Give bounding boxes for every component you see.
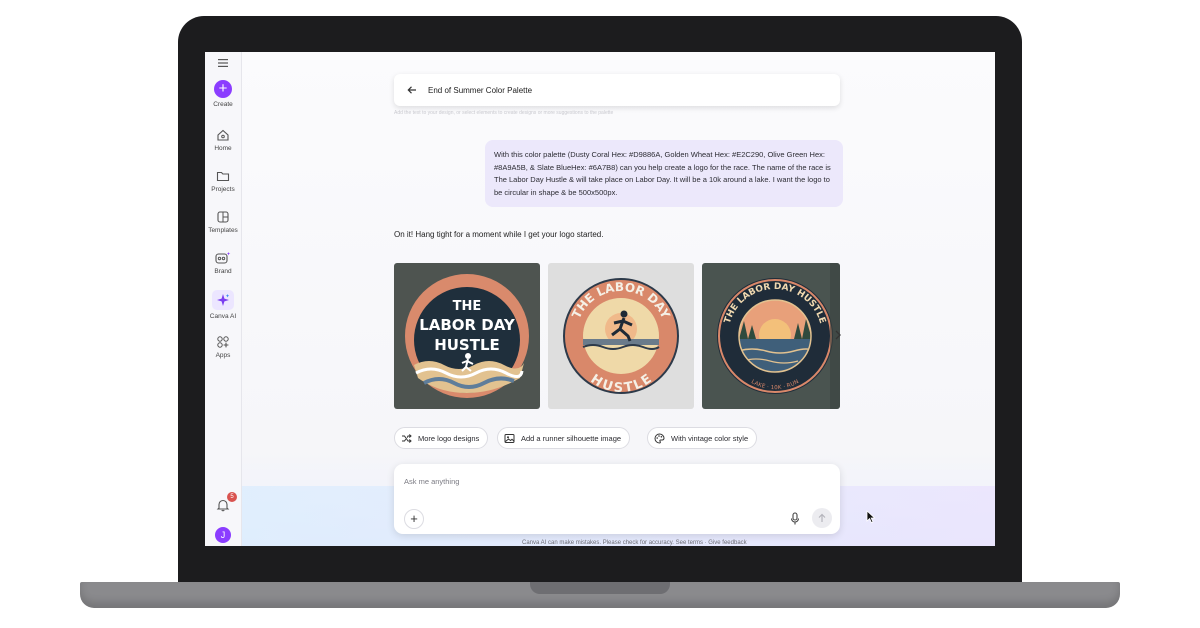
home-icon xyxy=(217,129,229,141)
sidebar-item-label: Projects xyxy=(211,186,235,193)
sidebar-item-brand[interactable]: Brand xyxy=(205,251,241,275)
chat-panel: End of Summer Color Palette Add the text… xyxy=(242,52,995,546)
laptop-base xyxy=(80,582,1120,608)
logo-1-line-2: LABOR DAY xyxy=(419,316,516,334)
suggestion-label: Add a runner silhouette image xyxy=(521,433,622,443)
chat-title: End of Summer Color Palette xyxy=(428,85,533,95)
sidebar-item-label: Create xyxy=(213,101,233,108)
shuffle-icon xyxy=(402,433,412,443)
sidebar-item-label: Canva AI xyxy=(209,313,237,320)
menu-icon[interactable] xyxy=(217,58,229,68)
sidebar-item-canva-ai[interactable]: Canva AI xyxy=(205,290,241,320)
back-arrow-icon[interactable] xyxy=(406,84,418,96)
logo-option-3[interactable]: THE LABOR DAY HUSTLE LAKE · 10K · RUN xyxy=(702,263,840,409)
account-button[interactable]: J xyxy=(205,527,241,543)
sidebar-item-templates[interactable]: Templates xyxy=(205,210,241,234)
notification-badge: 5 xyxy=(227,492,237,502)
apps-icon xyxy=(217,336,229,348)
composer-input[interactable]: Ask me anything xyxy=(404,477,459,486)
notifications-button[interactable]: 5 xyxy=(205,492,241,517)
plus-icon: + xyxy=(410,511,418,526)
sidebar-item-projects[interactable]: Projects xyxy=(205,169,241,193)
plus-icon: + xyxy=(214,80,232,98)
sparkle-icon xyxy=(212,290,234,310)
sidebar-item-label: Home xyxy=(214,145,232,152)
faded-previous-message: Add the text to your design, or select e… xyxy=(394,110,614,115)
sidebar-item-home[interactable]: Home xyxy=(205,128,241,152)
logo-option-2[interactable]: THE LABOR DAY HUSTLE xyxy=(548,263,694,409)
suggestion-label: With vintage color style xyxy=(671,433,749,443)
suggestion-add-runner-silhouette[interactable]: Add a runner silhouette image xyxy=(497,427,631,449)
laptop-notch xyxy=(530,582,670,594)
chat-composer: Ask me anything + xyxy=(394,464,840,534)
sidebar-item-create[interactable]: + Create xyxy=(205,80,241,108)
brand-icon xyxy=(215,252,231,264)
chevron-right-icon[interactable] xyxy=(832,328,844,342)
add-attachment-button[interactable]: + xyxy=(404,509,424,529)
logo-1-line-3: HUSTLE xyxy=(434,336,500,354)
send-button[interactable] xyxy=(812,508,832,528)
chat-header: End of Summer Color Palette xyxy=(394,74,840,106)
microphone-icon[interactable] xyxy=(790,512,800,526)
image-icon xyxy=(504,433,515,443)
sidebar-item-label: Brand xyxy=(214,268,232,275)
sidebar-item-label: Apps xyxy=(215,352,231,359)
folder-icon xyxy=(216,171,230,182)
avatar: J xyxy=(215,527,231,543)
suggestion-more-logo-designs[interactable]: More logo designs xyxy=(394,427,489,449)
sidebar: + Create Home Projects Templates Brand C… xyxy=(205,52,242,546)
logo-1-line-1: THE xyxy=(453,299,482,314)
sidebar-item-apps[interactable]: Apps xyxy=(205,335,241,359)
mouse-cursor-icon xyxy=(866,510,876,524)
suggestion-label: More logo designs xyxy=(418,433,480,443)
arrow-up-icon xyxy=(818,513,826,522)
user-message-bubble: With this color palette (Dusty Coral Hex… xyxy=(485,140,843,207)
assistant-message: On it! Hang tight for a moment while I g… xyxy=(394,230,604,239)
palette-icon xyxy=(654,432,665,444)
logo-option-1[interactable]: THE LABOR DAY HUSTLE xyxy=(394,263,540,409)
suggestion-vintage-color-style[interactable]: With vintage color style xyxy=(647,427,758,449)
sidebar-item-label: Templates xyxy=(208,227,238,234)
templates-icon xyxy=(217,211,229,223)
app-screen: + Create Home Projects Templates Brand C… xyxy=(205,52,995,546)
ai-disclaimer: Canva AI can make mistakes. Please check… xyxy=(522,540,747,546)
